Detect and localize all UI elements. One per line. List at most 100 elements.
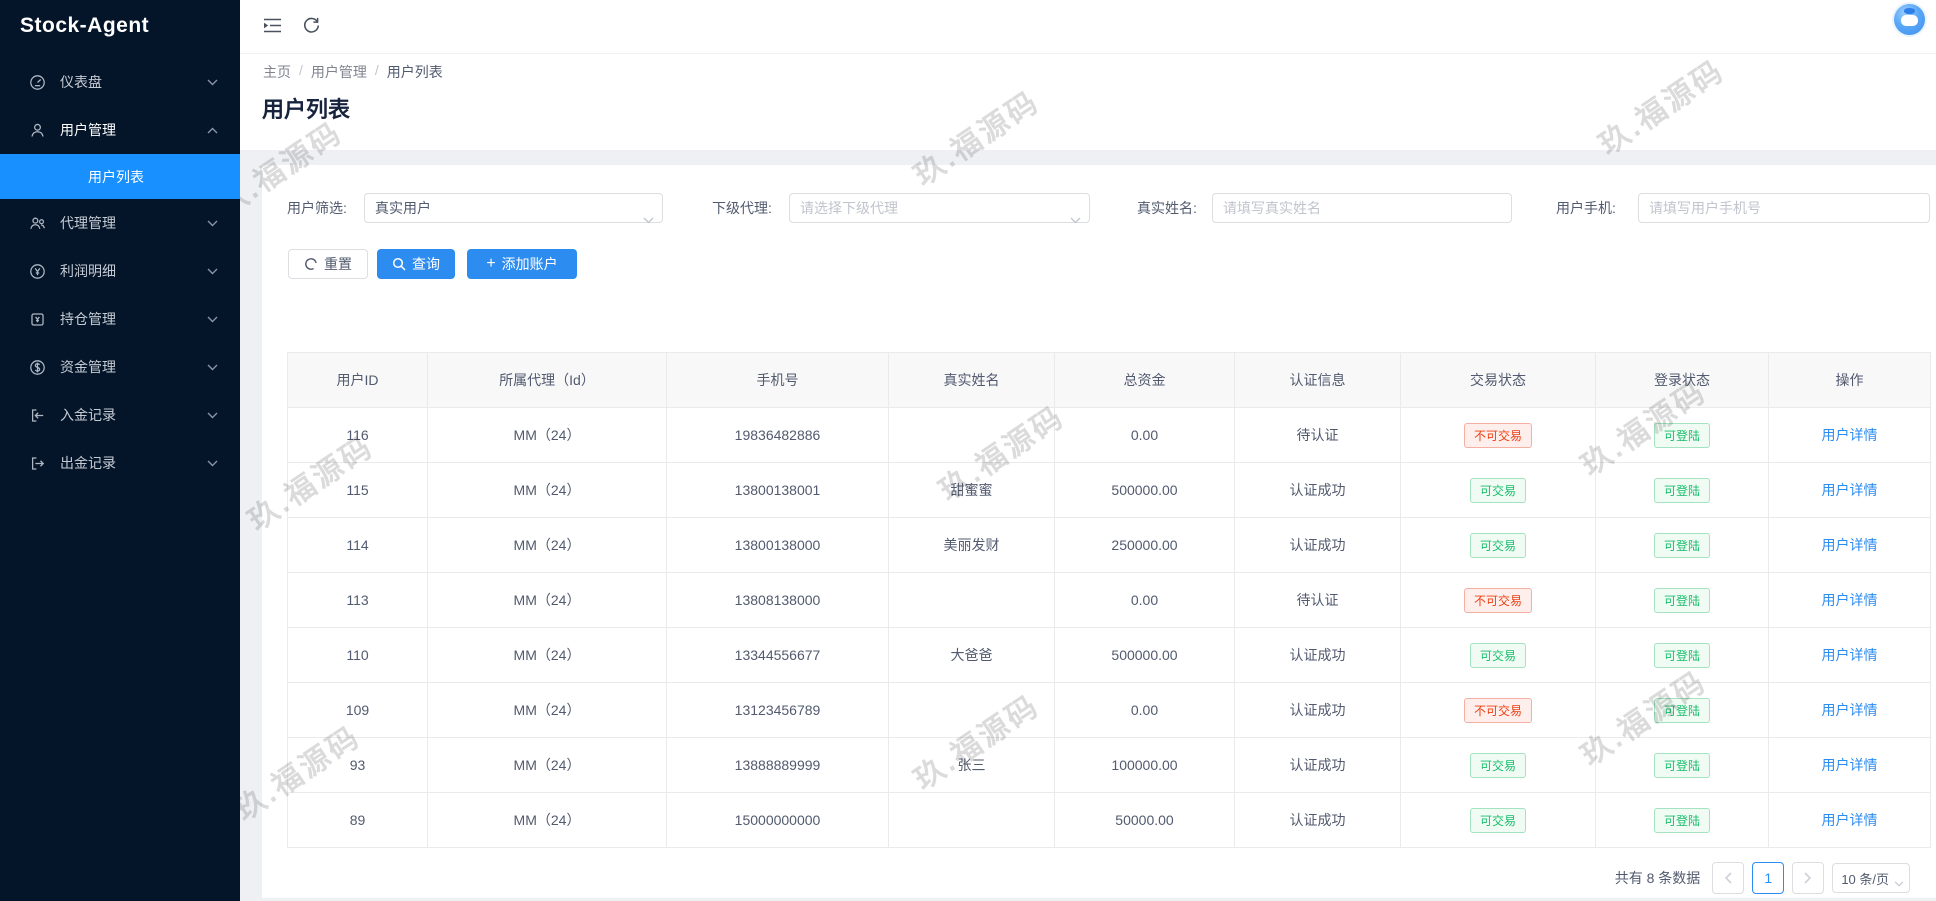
cell-action: 用户详情 (1768, 462, 1931, 518)
cell-total-funds: 500000.00 (1054, 462, 1235, 518)
user-avatar[interactable] (1894, 4, 1925, 35)
sidebar-item-label: 利润明细 (60, 263, 116, 279)
cell-total-funds: 0.00 (1054, 572, 1235, 628)
trade-status-badge[interactable]: 可交易 (1469, 752, 1526, 778)
trade-status-badge[interactable]: 可交易 (1469, 532, 1526, 558)
user-detail-link[interactable]: 用户详情 (1822, 427, 1878, 443)
sidebar-item-user-list[interactable]: 用户列表 (0, 154, 240, 199)
chevron-down-icon (643, 205, 654, 233)
user-phone-label: 用户手机: (1556, 200, 1616, 216)
login-status-badge[interactable]: 可登陆 (1653, 422, 1710, 448)
user-detail-link[interactable]: 用户详情 (1822, 647, 1878, 663)
login-status-badge[interactable]: 可登陆 (1653, 587, 1710, 613)
chevron-down-icon (207, 412, 218, 419)
sub-agent-select[interactable]: 请选择下级代理 (789, 193, 1090, 224)
trade-status-badge[interactable]: 不可交易 (1463, 422, 1532, 448)
cell-real-name: 美丽发财 (888, 517, 1055, 573)
cell-auth-status: 认证成功 (1234, 792, 1401, 848)
cell-trade-status: 可交易 (1400, 737, 1596, 793)
cell-trade-status: 可交易 (1400, 792, 1596, 848)
cell-trade-status: 不可交易 (1400, 407, 1596, 463)
user-detail-link[interactable]: 用户详情 (1822, 482, 1878, 498)
chevron-down-icon (207, 220, 218, 227)
cell-login-status: 可登陆 (1595, 572, 1769, 628)
user-filter-label: 用户筛选: (287, 200, 347, 216)
profit-icon (28, 262, 46, 280)
column-header: 登录状态 (1595, 352, 1769, 408)
reset-button[interactable]: 重置 (288, 249, 368, 279)
user-filter-value: 真实用户 (375, 200, 431, 216)
cell-agent: MM（24） (427, 737, 667, 793)
reset-icon (304, 257, 318, 271)
trade-status-badge[interactable]: 可交易 (1469, 477, 1526, 503)
user-detail-link[interactable]: 用户详情 (1822, 812, 1878, 828)
real-name-input[interactable] (1212, 193, 1512, 223)
cell-auth-status: 认证成功 (1234, 462, 1401, 518)
sidebar-item-label: 持仓管理 (60, 311, 116, 327)
sidebar-item-dashboard[interactable]: 仪表盘 (0, 58, 240, 106)
login-status-badge[interactable]: 可登陆 (1653, 807, 1710, 833)
add-account-button[interactable]: + 添加账户 (467, 249, 577, 279)
table-row: 114 MM（24） 13800138000 美丽发财 250000.00 认证成功 可交易… (287, 517, 1931, 573)
chevron-down-icon (207, 316, 218, 323)
cell-user-id: 114 (287, 517, 428, 573)
sidebar-item-funds-management[interactable]: 资金管理 (0, 343, 240, 391)
page-number-button[interactable]: 1 (1752, 862, 1785, 894)
search-button[interactable]: 查询 (377, 249, 455, 279)
chevron-up-icon (207, 127, 218, 134)
content-card: 用户筛选: 真实用户 下级代理: 请选择下级代理 真实姓名: 用户手机: 重置 (262, 165, 1936, 898)
chevron-down-icon (207, 268, 218, 275)
cell-login-status: 可登陆 (1595, 737, 1769, 793)
cell-action: 用户详情 (1768, 682, 1931, 738)
sidebar-item-agent-management[interactable]: 代理管理 (0, 199, 240, 247)
positions-icon (28, 310, 46, 328)
trade-status-badge[interactable]: 不可交易 (1463, 697, 1532, 723)
breadcrumb-user-management[interactable]: 用户管理 (311, 62, 367, 82)
column-header: 所属代理（Id） (427, 352, 667, 408)
table-row: 109 MM（24） 13123456789 0.00 认证成功 不可交易 可登陆 用户详情 (287, 682, 1931, 738)
sidebar-item-deposit-records[interactable]: 入金记录 (0, 391, 240, 439)
login-status-badge[interactable]: 可登陆 (1653, 642, 1710, 668)
cell-user-id: 116 (287, 407, 428, 463)
trade-status-badge[interactable]: 可交易 (1469, 642, 1526, 668)
next-page-button[interactable] (1792, 862, 1825, 894)
cell-action: 用户详情 (1768, 407, 1931, 463)
table-row: 93 MM（24） 13888889999 张三 100000.00 认证成功 可交易 可登陆… (287, 737, 1931, 793)
collapse-menu-icon[interactable] (262, 17, 283, 39)
login-status-badge[interactable]: 可登陆 (1653, 697, 1710, 723)
breadcrumb-separator: / (299, 62, 303, 78)
user-phone-input[interactable] (1638, 193, 1930, 223)
user-detail-link[interactable]: 用户详情 (1822, 537, 1878, 553)
login-status-badge[interactable]: 可登陆 (1653, 477, 1710, 503)
cell-agent: MM（24） (427, 627, 667, 683)
table-header-row: 用户ID 所属代理（Id） 手机号 真实姓名 总资金 认证信息 交易状态 登录状态 操作 (287, 352, 1931, 408)
page-size-select[interactable]: 10 条/页 (1832, 863, 1910, 893)
user-detail-link[interactable]: 用户详情 (1822, 592, 1878, 608)
user-detail-link[interactable]: 用户详情 (1822, 702, 1878, 718)
refresh-icon[interactable] (302, 16, 321, 40)
cell-action: 用户详情 (1768, 792, 1931, 848)
cell-login-status: 可登陆 (1595, 517, 1769, 573)
sidebar-item-user-management[interactable]: 用户管理 (0, 106, 240, 154)
prev-page-button[interactable] (1712, 862, 1745, 894)
cell-real-name: 甜蜜蜜 (888, 462, 1055, 518)
login-status-badge[interactable]: 可登陆 (1653, 532, 1710, 558)
login-status-badge[interactable]: 可登陆 (1653, 752, 1710, 778)
table-row: 89 MM（24） 15000000000 50000.00 认证成功 可交易 可登陆 用户详… (287, 792, 1931, 848)
sidebar-item-position-management[interactable]: 持仓管理 (0, 295, 240, 343)
sub-agent-placeholder: 请选择下级代理 (800, 200, 898, 216)
table-row: 110 MM（24） 13344556677 大爸爸 500000.00 认证成功 可交易 可… (287, 627, 1931, 683)
sidebar-item-withdraw-records[interactable]: 出金记录 (0, 439, 240, 487)
cell-phone: 13800138000 (666, 517, 889, 573)
next-page-icon (1804, 872, 1812, 884)
trade-status-badge[interactable]: 可交易 (1469, 807, 1526, 833)
cell-total-funds: 0.00 (1054, 407, 1235, 463)
user-filter-select[interactable]: 真实用户 (364, 193, 663, 224)
cell-total-funds: 50000.00 (1054, 792, 1235, 848)
user-detail-link[interactable]: 用户详情 (1822, 757, 1878, 773)
sidebar-item-profit-detail[interactable]: 利润明细 (0, 247, 240, 295)
trade-status-badge[interactable]: 不可交易 (1463, 587, 1532, 613)
breadcrumb-home[interactable]: 主页 (263, 62, 291, 82)
cell-total-funds: 100000.00 (1054, 737, 1235, 793)
cell-login-status: 可登陆 (1595, 462, 1769, 518)
